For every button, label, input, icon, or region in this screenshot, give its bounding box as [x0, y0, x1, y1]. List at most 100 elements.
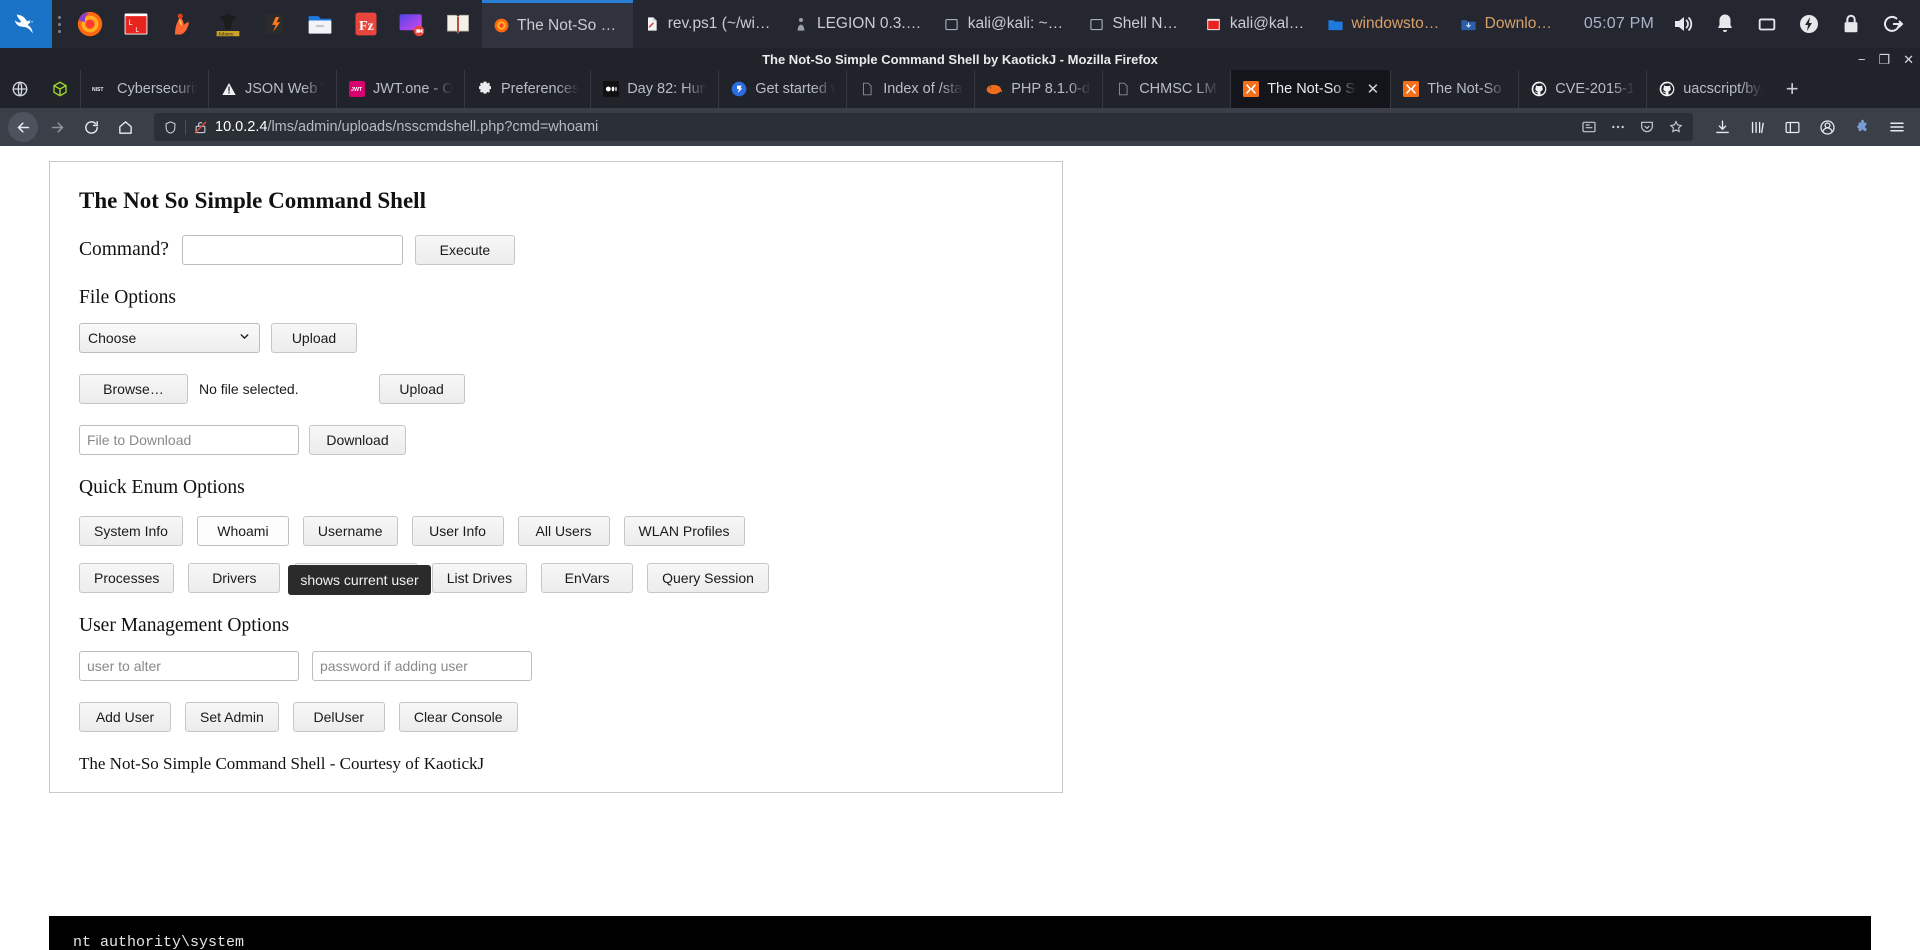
browser-tab-10[interactable]: The Not-So Sir: [1390, 70, 1518, 108]
logout-icon[interactable]: [1880, 11, 1906, 37]
quick-enum-system-info[interactable]: System Info: [79, 516, 183, 546]
taskbar-window-the-not-so-si[interactable]: The Not-So Si...: [482, 0, 633, 48]
browser-tab-5[interactable]: Get started wit: [718, 70, 846, 108]
browser-tab-7[interactable]: PHP 8.1.0-dev: [974, 70, 1102, 108]
taskbar-window-windowstools[interactable]: windowstools: [1316, 0, 1449, 48]
file-choose-select[interactable]: Choose: [79, 323, 260, 353]
home-button[interactable]: [110, 112, 140, 142]
browser-tab-label: JWT.one - Onli: [373, 81, 453, 97]
browser-tab-2[interactable]: JWT JWT.one - Onli: [336, 70, 464, 108]
account-icon[interactable]: [1812, 112, 1842, 142]
firefox-icon[interactable]: [70, 4, 110, 44]
taskbar-window-legion-0-3-7[interactable]: LEGION 0.3.7...: [782, 0, 933, 48]
close-button[interactable]: ✕: [1903, 53, 1914, 66]
firefox-icon: [492, 17, 510, 35]
bell-icon[interactable]: [1712, 11, 1738, 37]
dictionary-icon[interactable]: [438, 4, 478, 44]
library-icon[interactable]: [1742, 112, 1772, 142]
reload-button[interactable]: [76, 112, 106, 142]
user-mgmt-clear-console[interactable]: Clear Console: [398, 702, 518, 732]
browser-tab-12[interactable]: uacscript/bypa: [1646, 70, 1774, 108]
johnny-icon[interactable]: Johnny: [208, 4, 248, 44]
terminal-window-icon: [943, 15, 961, 33]
quick-enum-processes[interactable]: Processes: [79, 563, 175, 593]
tab-close-icon[interactable]: ✕: [1367, 80, 1380, 98]
lock-icon[interactable]: [1838, 11, 1864, 37]
quick-enum-query-session[interactable]: Query Session: [647, 563, 769, 593]
quick-enum-username[interactable]: Username: [302, 516, 398, 546]
reader-view-icon[interactable]: [1581, 119, 1597, 135]
filezilla-icon[interactable]: Fz: [346, 4, 386, 44]
minimize-button[interactable]: −: [1858, 53, 1866, 66]
quick-enum-envars[interactable]: EnVars: [541, 563, 634, 593]
upload-file-button[interactable]: Upload: [378, 374, 465, 404]
taskbar-window-shell-no-1[interactable]: Shell No. 1: [1077, 0, 1194, 48]
display-icon[interactable]: [1754, 11, 1780, 37]
terminal-red-icon[interactable]: L L: [116, 4, 156, 44]
burpsuite-icon[interactable]: [162, 4, 202, 44]
url-bar[interactable]: 10.0.2.4/lms/admin/uploads/nsscmdshell.p…: [154, 113, 1693, 141]
download-button[interactable]: Download: [309, 425, 406, 455]
volume-icon[interactable]: [1670, 11, 1696, 37]
quick-enum-wlan-profiles[interactable]: WLAN Profiles: [623, 516, 745, 546]
quick-enum-list-drives[interactable]: List Drives: [431, 563, 528, 593]
quick-enum-whoami[interactable]: Whoami: [196, 516, 289, 546]
container-tabs-icon[interactable]: [40, 70, 80, 108]
hydra-icon[interactable]: [254, 4, 294, 44]
browser-tab-1[interactable]: JSON Web Tok: [208, 70, 336, 108]
browse-button[interactable]: Browse…: [79, 374, 188, 404]
back-button[interactable]: [8, 112, 38, 142]
new-tab-button[interactable]: +: [1774, 70, 1810, 108]
taskbar-window-kali-kali-li[interactable]: kali@kali: ~/li...: [933, 0, 1078, 48]
text-editor-icon: [643, 15, 661, 33]
pocket-icon[interactable]: [1639, 119, 1655, 135]
user-mgmt-set-admin[interactable]: Set Admin: [185, 702, 279, 732]
page-title: The Not So Simple Command Shell: [79, 188, 426, 213]
downloads-icon[interactable]: [1707, 112, 1737, 142]
quick-enum-user-info[interactable]: User Info: [411, 516, 504, 546]
bookmark-star-icon[interactable]: [1668, 119, 1684, 135]
browser-tab-6[interactable]: Index of /static/ve: [846, 70, 974, 108]
browser-tab-9[interactable]: The Not-So Si ✕: [1230, 70, 1391, 108]
insecure-connection-icon[interactable]: [193, 120, 208, 135]
files-folder-icon[interactable]: [300, 4, 340, 44]
maximize-button[interactable]: ❐: [1878, 53, 1890, 66]
taskbar-window-kali-kali[interactable]: kali@kali: ~: [1195, 0, 1316, 48]
desktop-taskbar: L L Johnny Fz The Not-So Si... rev.ps1 (…: [0, 0, 1920, 48]
download-input[interactable]: [79, 425, 299, 455]
svg-text:L: L: [135, 27, 139, 35]
screen-recorder-icon[interactable]: [392, 4, 432, 44]
svg-text:NIST: NIST: [92, 87, 103, 93]
browser-tab-label: JSON Web Tok: [245, 81, 325, 97]
taskbar-clock[interactable]: 05:07 PM: [1568, 15, 1670, 33]
list-all-tabs-icon[interactable]: [0, 70, 40, 108]
hamburger-menu-icon[interactable]: [1882, 112, 1912, 142]
command-input[interactable]: [181, 235, 403, 265]
browser-tab-8[interactable]: CHMSC LMS: [1102, 70, 1230, 108]
quick-enum-drivers[interactable]: Drivers: [188, 563, 281, 593]
browser-tab-11[interactable]: CVE-2015-170: [1518, 70, 1646, 108]
browser-tab-3[interactable]: Preferences: [464, 70, 590, 108]
user-mgmt-deluser[interactable]: DelUser: [292, 702, 385, 732]
sidebar-icon[interactable]: [1777, 112, 1807, 142]
quick-enum-all-users[interactable]: All Users: [517, 516, 610, 546]
kali-menu-button[interactable]: [0, 0, 52, 48]
taskbar-window-rev-ps1-win[interactable]: rev.ps1 (~/win...: [633, 0, 782, 48]
upload-select-row: Choose Upload: [79, 323, 1033, 353]
execute-button[interactable]: Execute: [414, 235, 515, 265]
taskbar-window-downloads[interactable]: Downloads: [1450, 0, 1568, 48]
forward-button[interactable]: [42, 112, 72, 142]
browser-tab-0[interactable]: NIST Cybersecurity F: [80, 70, 208, 108]
taskbar-window-label: Downloads: [1484, 15, 1558, 32]
upload-select-button[interactable]: Upload: [271, 323, 357, 353]
browser-tab-label: PHP 8.1.0-dev: [1011, 81, 1091, 97]
user-mgmt-add-user[interactable]: Add User: [79, 702, 171, 732]
page-actions-icon[interactable]: [1610, 119, 1626, 135]
password-input[interactable]: [312, 651, 532, 681]
extension-icon[interactable]: [1847, 112, 1877, 142]
taskbar-handle[interactable]: [52, 0, 66, 48]
browser-tab-4[interactable]: Day 82: Huntin: [590, 70, 718, 108]
user-to-alter-input[interactable]: [79, 651, 299, 681]
browser-tab-label: CHMSC LMS: [1139, 81, 1220, 97]
power-icon[interactable]: [1796, 11, 1822, 37]
